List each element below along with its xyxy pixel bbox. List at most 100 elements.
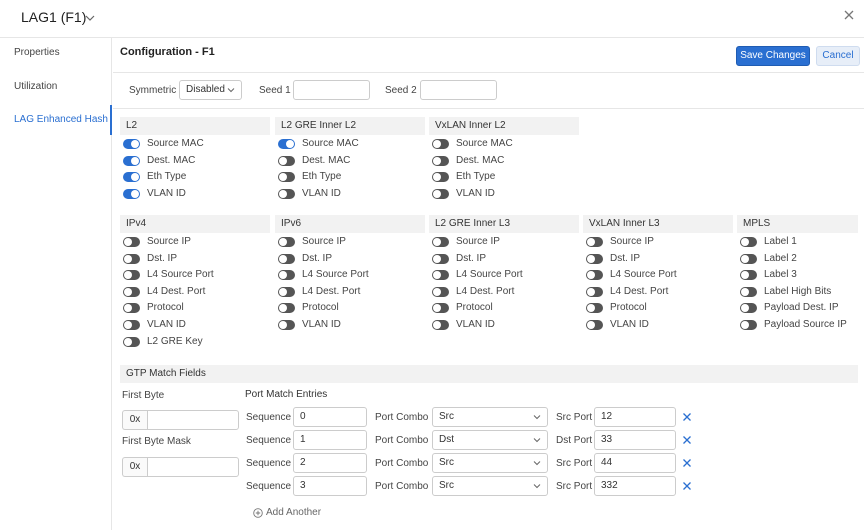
toggle-switch[interactable] xyxy=(278,172,295,183)
toggle-switch[interactable] xyxy=(586,253,603,264)
port-combo-select[interactable]: Dst xyxy=(432,430,548,450)
port-input[interactable]: 44 xyxy=(594,453,676,473)
toggle-switch[interactable] xyxy=(278,270,295,281)
first-byte-input[interactable] xyxy=(147,410,239,430)
toggle-label: Label High Bits xyxy=(764,285,832,297)
toggle-switch[interactable] xyxy=(123,253,140,264)
toggle-row: Source MAC xyxy=(432,138,576,152)
sequence-input[interactable]: 0 xyxy=(293,407,367,427)
toggle-switch[interactable] xyxy=(123,155,140,166)
toggle-label: Source IP xyxy=(610,236,654,247)
toggle-switch[interactable] xyxy=(740,303,757,314)
toggle-row: L4 Source Port xyxy=(123,269,267,283)
symmetric-select[interactable]: Disabled xyxy=(179,80,242,100)
toggle-switch[interactable] xyxy=(586,286,603,297)
toggle-switch[interactable] xyxy=(123,237,140,247)
toggle-switch[interactable] xyxy=(278,286,295,297)
toggle-switch[interactable] xyxy=(123,139,140,149)
toggle-switch[interactable] xyxy=(740,286,757,297)
add-circle-icon[interactable] xyxy=(253,508,263,518)
toggle-switch[interactable] xyxy=(123,286,140,297)
remove-entry-icon[interactable] xyxy=(682,412,692,422)
toggle-switch[interactable] xyxy=(432,286,449,297)
seed1-input[interactable] xyxy=(293,80,370,100)
add-another-link[interactable]: Add Another xyxy=(266,507,321,518)
port-combo-select[interactable]: Src xyxy=(432,407,548,427)
section-header: MPLS xyxy=(737,215,858,233)
toggle-switch[interactable] xyxy=(432,320,449,330)
toggle-switch[interactable] xyxy=(123,336,140,347)
toggle-switch[interactable] xyxy=(123,188,140,199)
toggle-switch[interactable] xyxy=(432,139,449,149)
sequence-input[interactable]: 2 xyxy=(293,453,367,473)
remove-entry-icon[interactable] xyxy=(682,458,692,468)
toggle-row: Label 3 xyxy=(740,269,855,283)
toggle-row: Eth Type xyxy=(432,171,576,185)
sidebar-item-lag-enhanced-hash[interactable]: LAG Enhanced Hash xyxy=(0,105,112,135)
toggle-switch[interactable] xyxy=(432,188,449,199)
port-input[interactable]: 33 xyxy=(594,430,676,450)
first-byte-mask-input[interactable] xyxy=(147,457,239,477)
toggle-row: L4 Source Port xyxy=(432,269,576,283)
toggle-row: Payload Source IP xyxy=(740,319,855,333)
toggle-switch[interactable] xyxy=(123,320,140,330)
remove-entry-icon[interactable] xyxy=(682,481,692,491)
sequence-input[interactable]: 1 xyxy=(293,430,367,450)
toggle-switch[interactable] xyxy=(740,237,757,247)
toggle-row: Source IP xyxy=(586,236,730,250)
chevron-down-icon[interactable] xyxy=(85,13,95,23)
toggle-switch[interactable] xyxy=(278,139,295,149)
toggle-switch[interactable] xyxy=(278,303,295,314)
cancel-button[interactable]: Cancel xyxy=(816,46,860,66)
toggle-row: Dst. IP xyxy=(123,253,267,267)
toggle-switch[interactable] xyxy=(278,188,295,199)
seed1-label: Seed 1 xyxy=(259,85,291,96)
toggle-switch[interactable] xyxy=(586,303,603,314)
toggle-switch[interactable] xyxy=(432,172,449,183)
toggle-label: VLAN ID xyxy=(456,187,495,199)
toggle-switch[interactable] xyxy=(740,253,757,264)
toggle-switch[interactable] xyxy=(586,237,603,247)
toggle-row: L2 GRE Key xyxy=(123,336,267,350)
toggle-switch[interactable] xyxy=(123,270,140,281)
toggle-label: L4 Dest. Port xyxy=(456,285,515,297)
toggle-switch[interactable] xyxy=(432,270,449,281)
toggle-switch[interactable] xyxy=(278,237,295,247)
toggle-label: Protocol xyxy=(456,302,493,314)
toggle-label: VLAN ID xyxy=(610,319,649,330)
toggle-row: Source MAC xyxy=(123,138,267,152)
toggle-row: L4 Source Port xyxy=(586,269,730,283)
sequence-input[interactable]: 3 xyxy=(293,476,367,496)
symmetric-value: Disabled xyxy=(186,84,225,95)
toggle-switch[interactable] xyxy=(432,155,449,166)
toggle-switch[interactable] xyxy=(740,270,757,281)
sidebar-item-properties[interactable]: Properties xyxy=(0,38,112,68)
toggle-row: VLAN ID xyxy=(278,319,422,333)
remove-entry-icon[interactable] xyxy=(682,435,692,445)
toggle-switch[interactable] xyxy=(123,303,140,314)
toggle-switch[interactable] xyxy=(123,172,140,183)
toggle-switch[interactable] xyxy=(432,253,449,264)
toggle-switch[interactable] xyxy=(586,270,603,281)
first-byte-label: First Byte xyxy=(122,390,165,401)
save-changes-button[interactable]: Save Changes xyxy=(736,46,810,66)
port-combo-value: Dst xyxy=(439,434,454,445)
port-input[interactable]: 12 xyxy=(594,407,676,427)
toggle-switch[interactable] xyxy=(278,155,295,166)
toggle-switch[interactable] xyxy=(278,320,295,330)
toggle-switch[interactable] xyxy=(278,253,295,264)
close-icon[interactable] xyxy=(843,9,855,21)
port-input[interactable]: 332 xyxy=(594,476,676,496)
seed2-input[interactable] xyxy=(420,80,497,100)
toggle-switch[interactable] xyxy=(586,320,603,330)
toggle-switch[interactable] xyxy=(432,237,449,247)
toggle-row: Dst. IP xyxy=(278,253,422,267)
sidebar-item-utilization[interactable]: Utilization xyxy=(0,72,112,102)
toggle-row: Dst. IP xyxy=(432,253,576,267)
toggle-row: Protocol xyxy=(432,302,576,316)
port-combo-select[interactable]: Src xyxy=(432,453,548,473)
port-combo-select[interactable]: Src xyxy=(432,476,548,496)
toggle-row: L4 Source Port xyxy=(278,269,422,283)
toggle-switch[interactable] xyxy=(432,303,449,314)
toggle-switch[interactable] xyxy=(740,320,757,330)
